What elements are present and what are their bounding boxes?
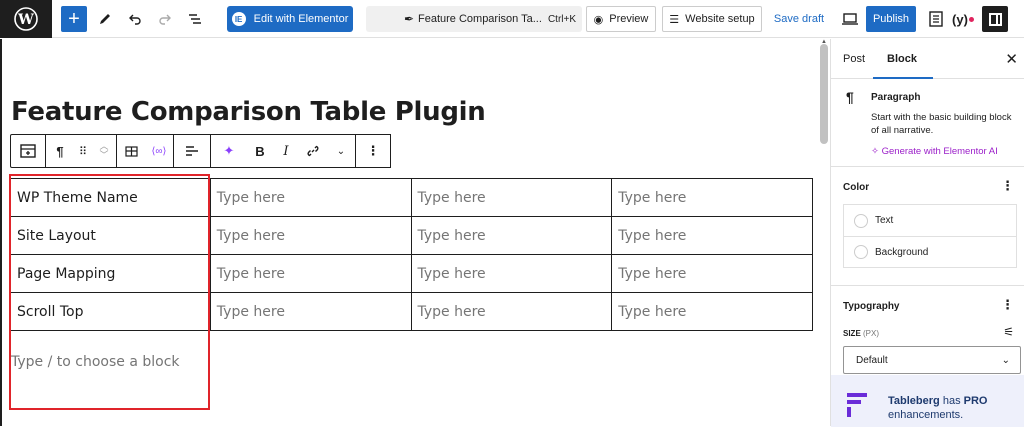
paragraph-group: ¶ ⠿ ︿ ﹀ (45, 134, 117, 168)
plus-icon[interactable]: + (61, 6, 87, 32)
typography-panel: Typography ⋮ SIZE (PX) ⚟ Default ⌄ (831, 286, 1024, 384)
post-title[interactable]: Feature Comparison Table Plugin (11, 97, 486, 127)
canvas-edge (0, 39, 2, 426)
wordpress-logo-icon[interactable]: W (0, 0, 52, 38)
website-setup-label: Website setup (685, 13, 755, 25)
table-tools-group: ⟨∞⟩ (116, 134, 174, 168)
document-icon[interactable] (924, 6, 948, 32)
block-toolbar: ¶ ⠿ ︿ ﹀ ⟨∞⟩ ✦ B I ⌄ ⋮ (10, 134, 391, 168)
swatch-icon (854, 245, 868, 259)
color-title: Color (843, 182, 870, 193)
elementor-label: Edit with Elementor (253, 13, 349, 25)
size-label: SIZE (PX) (843, 329, 880, 338)
sidebar-tabs: Post Block ✕ (831, 39, 1024, 79)
editor-canvas: Feature Comparison Table Plugin ¶ ⠿ ︿ ﹀ ⟨… (0, 39, 830, 426)
link-icon[interactable] (299, 135, 327, 167)
placeholder-cell[interactable]: Type here (410, 178, 613, 217)
redo-icon[interactable] (153, 6, 177, 32)
yoast-icon[interactable]: (y) (952, 6, 974, 32)
table-edit-icon[interactable] (117, 135, 145, 167)
placeholder-cell[interactable]: Type here (611, 292, 813, 331)
quill-icon: ✒ (404, 12, 415, 26)
color-item-label: Text (875, 215, 894, 226)
close-icon[interactable]: ✕ (1005, 50, 1018, 68)
link-block-icon[interactable]: ⟨∞⟩ (145, 135, 173, 167)
block-description: Start with the basic building block of a… (871, 112, 1012, 136)
device-preview-icon[interactable] (838, 6, 862, 32)
preview-button[interactable]: ◉ Preview (586, 6, 656, 32)
block-placeholder[interactable]: Type / to choose a block (11, 354, 180, 370)
ai-sparkle-icon[interactable]: ✦ (211, 135, 247, 167)
generate-ai-label: Generate with Elementor AI (881, 146, 998, 157)
command-shortcut: Ctrl+K (547, 13, 576, 25)
more-options-chevron-icon[interactable]: ⌄ (327, 135, 355, 167)
placeholder-cell[interactable]: Type here (209, 254, 412, 293)
undo-icon[interactable] (123, 6, 147, 32)
publish-button[interactable]: Publish (866, 6, 916, 32)
more-vertical-icon[interactable]: ⋮ (356, 135, 390, 167)
edit-with-elementor-button[interactable]: IE Edit with Elementor (227, 6, 353, 32)
chevron-down-icon: ⌄ (1001, 354, 1010, 366)
elementor-icon: IE (231, 12, 246, 26)
block-type-group (10, 134, 46, 168)
align-icon[interactable] (174, 135, 210, 167)
svg-text:W: W (17, 12, 34, 28)
color-item-label: Background (875, 246, 929, 258)
placeholder-cell[interactable]: Type here (611, 178, 813, 217)
tab-post[interactable]: Post (843, 39, 865, 79)
tab-block[interactable]: Block (873, 39, 933, 79)
size-settings-icon[interactable]: ⚟ (1003, 325, 1014, 339)
drag-handle-icon[interactable]: ⠿ (74, 135, 92, 167)
block-name: Paragraph (871, 92, 921, 103)
font-size-value: Default (856, 354, 888, 366)
placeholder-cell[interactable]: Type here (410, 292, 613, 331)
color-list: Text Background (843, 204, 1017, 268)
promo-text: Tableberg has PRO enhancements. (888, 395, 988, 421)
bold-icon[interactable]: B (247, 135, 273, 167)
block-card: ¶ Paragraph Start with the basic buildin… (831, 79, 1024, 167)
tableberg-logo-icon (847, 393, 867, 417)
options-group: ⋮ (355, 134, 391, 168)
preview-label: Preview (609, 13, 649, 25)
placeholder-cell[interactable]: Type here (209, 216, 412, 255)
editor-top-bar: W + IE Edit with Elementor ✒ Feature Com… (0, 0, 1024, 38)
italic-icon[interactable]: I (273, 135, 299, 167)
checklist-icon: ☰ (669, 13, 680, 26)
generate-ai-link[interactable]: ✧ Generate with Elementor AI (871, 146, 998, 157)
align-group (173, 134, 211, 168)
color-panel: Color ⋮ Text Background (831, 167, 1024, 286)
column-highlight-box (9, 174, 210, 410)
placeholder-cell[interactable]: Type here (410, 254, 613, 293)
settings-panel-icon[interactable] (982, 6, 1008, 32)
settings-sidebar: Post Block ✕ ¶ Paragraph Start with the … (830, 39, 1024, 427)
move-up-down-icon[interactable]: ︿ ﹀ (92, 135, 116, 167)
pencil-icon[interactable] (93, 6, 117, 32)
typography-title: Typography (843, 301, 900, 312)
font-size-select[interactable]: Default ⌄ (843, 346, 1021, 374)
tableberg-promo[interactable]: Tableberg has PRO enhancements. (831, 375, 1024, 427)
placeholder-cell[interactable]: Type here (209, 292, 412, 331)
save-draft-button[interactable]: Save draft (770, 6, 828, 32)
format-group: ✦ B I ⌄ (210, 134, 356, 168)
document-title: Feature Comparison Ta... (418, 13, 542, 25)
list-view-icon[interactable] (183, 6, 207, 32)
editor-scrollbar[interactable] (820, 44, 828, 144)
paragraph-icon: ¶ (846, 89, 854, 105)
typography-options-icon[interactable]: ⋮ (1001, 297, 1014, 313)
eye-icon: ◉ (593, 13, 604, 26)
swatch-icon (854, 213, 868, 228)
placeholder-cell[interactable]: Type here (209, 178, 412, 217)
website-setup-button[interactable]: ☰ Website setup (662, 6, 762, 32)
color-item-background[interactable]: Background (844, 236, 1016, 267)
ai-sparkle-icon: ✧ (871, 146, 879, 157)
color-item-text[interactable]: Text (844, 205, 1016, 236)
paragraph-icon[interactable]: ¶ (46, 135, 74, 167)
color-options-icon[interactable]: ⋮ (1001, 178, 1014, 194)
table-icon[interactable] (11, 135, 45, 167)
document-bar[interactable]: ✒ Feature Comparison Ta... Ctrl+K (366, 6, 582, 32)
placeholder-cell[interactable]: Type here (611, 254, 813, 293)
placeholder-cell[interactable]: Type here (611, 216, 813, 255)
placeholder-cell[interactable]: Type here (410, 216, 613, 255)
